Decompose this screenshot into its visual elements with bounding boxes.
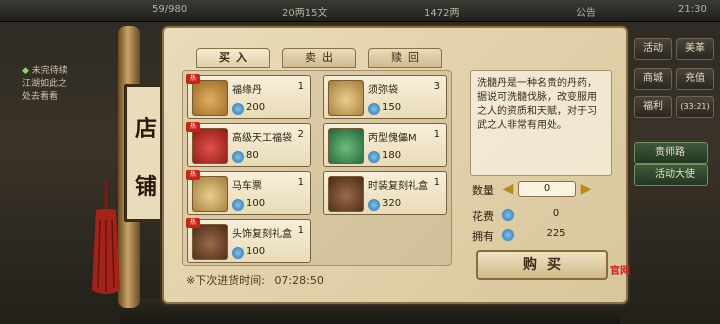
hot-badge: 热	[186, 74, 200, 84]
beauty-button[interactable]: 美革	[676, 38, 714, 60]
item-count: 2	[297, 129, 304, 140]
item-price: 80	[246, 150, 259, 161]
shop-panel: 买入 卖出 赎回 热 福缘丹 1 200 须弥袋 3 150 热 高级天工福袋 …	[162, 26, 628, 304]
increase-arrow-icon[interactable]: ▶	[578, 180, 594, 198]
hot-badge: 热	[186, 218, 200, 228]
item-description: 洗髓丹是一种名贵的丹药，据说可洗髓伐脉，改变服用之人的资质和天赋，对于习武之人非…	[470, 70, 612, 176]
tassel-decoration	[86, 180, 126, 300]
item-count: 3	[433, 81, 440, 92]
hot-badge: 热	[186, 122, 200, 132]
quantity-input[interactable]: 0	[518, 181, 576, 197]
quest-marker-icon: ◆	[22, 66, 32, 76]
item-price: 320	[382, 198, 402, 209]
welfare-button[interactable]: 福利	[634, 96, 672, 118]
item-count: 1	[297, 225, 304, 236]
silver-counter: 1472两	[424, 8, 460, 19]
coin-icon	[368, 199, 380, 211]
cost-label: 花费	[472, 210, 494, 223]
item-name: 高级天工福袋	[232, 133, 292, 144]
top-status-bar: 59/980 20两15文 1472两 公告 21:30	[0, 0, 720, 22]
item-name: 须弥袋	[368, 85, 398, 96]
item-price: 180	[382, 150, 402, 161]
item-price: 150	[382, 102, 402, 113]
own-value: 225	[546, 228, 566, 239]
item-count: 1	[433, 129, 440, 140]
title-char: 铺	[134, 174, 157, 200]
shop-item[interactable]: 热 马车票 1 100	[186, 170, 311, 215]
coin-icon	[502, 229, 514, 241]
item-name: 头饰复刻礼盒	[232, 229, 292, 240]
recharge-button[interactable]: 充值	[676, 68, 714, 90]
title-char: 店	[134, 116, 157, 142]
item-name: 时装复刻礼盒	[368, 181, 428, 192]
restock-label: ※下次进货时间:	[186, 274, 265, 287]
item-name: 福缘丹	[232, 85, 262, 96]
decrease-arrow-icon[interactable]: ◀	[500, 180, 516, 198]
restock-timer: ※下次进货时间: 07:28:50	[186, 272, 324, 288]
gift-box-icon	[192, 224, 228, 260]
item-count: 1	[433, 177, 440, 188]
ticket-icon	[192, 176, 228, 212]
item-price: 200	[246, 102, 266, 113]
item-name: 马车票	[232, 181, 262, 192]
event-timer: (33:21)	[676, 96, 714, 118]
item-name: 丙型傀儡M	[368, 133, 417, 144]
clock-time: 21:30	[678, 4, 707, 15]
shop-item[interactable]: 热 头饰复刻礼盒 1 100	[186, 218, 311, 263]
coin-icon	[232, 103, 244, 115]
item-list: 热 福缘丹 1 200 须弥袋 3 150 热 高级天工福袋 2 80 丙型傀儡…	[182, 70, 452, 266]
item-count: 1	[297, 177, 304, 188]
shop-item[interactable]: 时装复刻礼盒 1 320	[323, 171, 447, 215]
shop-item[interactable]: 热 福缘丹 1 200	[186, 74, 311, 119]
buy-button[interactable]: 购买	[476, 250, 608, 280]
qty-label: 数量	[472, 184, 494, 197]
coin-icon	[368, 103, 380, 115]
side-quest-button[interactable]: 贵师路	[634, 142, 708, 164]
coin-icon	[502, 209, 514, 221]
tab-buy[interactable]: 买入	[196, 48, 270, 68]
own-label: 拥有	[472, 230, 494, 243]
item-price: 100	[246, 198, 266, 209]
cost-value: 0	[552, 208, 560, 219]
brand-seal: 官网	[610, 266, 630, 277]
shop-item[interactable]: 须弥袋 3 150	[323, 75, 447, 119]
puppet-icon	[328, 128, 364, 164]
resource-counter: 59/980	[152, 4, 188, 15]
coin-icon	[368, 151, 380, 163]
item-price: 100	[246, 246, 266, 257]
pill-bag-icon	[192, 80, 228, 116]
announcement-button[interactable]: 公告	[576, 4, 596, 19]
tab-sell[interactable]: 卖出	[282, 48, 356, 68]
activity-button[interactable]: 活动	[634, 38, 672, 60]
red-bag-icon	[192, 128, 228, 164]
gift-box-icon	[328, 176, 364, 212]
hot-badge: 热	[186, 170, 200, 180]
event-ambassador-button[interactable]: 活动大使	[634, 164, 708, 186]
coin-icon	[232, 247, 244, 259]
coin-icon	[232, 151, 244, 163]
copper-counter: 20两15文	[282, 8, 328, 19]
cloth-bag-icon	[328, 80, 364, 116]
coin-icon	[232, 199, 244, 211]
quest-title: 未完待续	[31, 66, 68, 76]
shop-item[interactable]: 丙型傀儡M 1 180	[323, 123, 447, 167]
restock-time: 07:28:50	[274, 274, 324, 287]
shop-item[interactable]: 热 高级天工福袋 2 80	[186, 122, 311, 167]
mall-button[interactable]: 商城	[634, 68, 672, 90]
tab-redeem[interactable]: 赎回	[368, 48, 442, 68]
item-count: 1	[297, 81, 304, 92]
